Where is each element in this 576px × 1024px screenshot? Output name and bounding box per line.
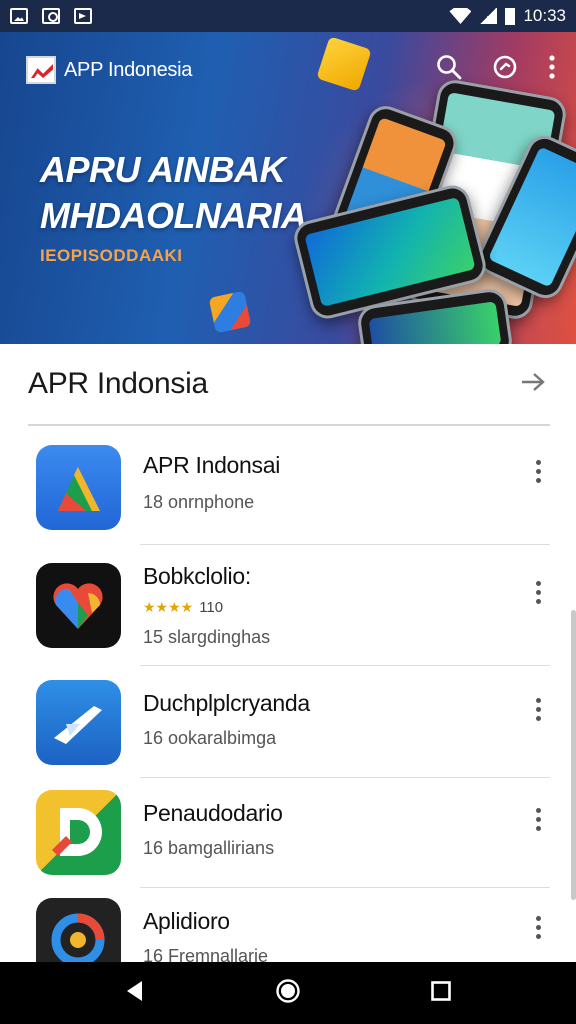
logo-mark-icon <box>26 56 56 84</box>
rating-count: 110 <box>199 599 224 616</box>
more-vert-icon[interactable] <box>548 55 556 79</box>
more-options-icon[interactable] <box>532 581 544 604</box>
battery-icon <box>505 7 516 25</box>
app-screen: 10:33 APP Indonesia APRU AINBAK MHDAOLNA… <box>0 0 576 1024</box>
list-item[interactable]: Aplidioro 16 Fremnallarie <box>28 888 550 983</box>
floating-cube-multicolor <box>208 290 252 334</box>
triangle-app-icon <box>36 445 121 530</box>
app-subtitle: 15 slargdinghas <box>143 627 271 647</box>
banner-tagline: IEOPISODDAAKI <box>40 246 183 265</box>
letter-d-app-icon <box>36 790 121 875</box>
app-subtitle: 16 bamgallirians <box>143 838 275 858</box>
recents-icon[interactable] <box>430 980 452 1007</box>
camera-icon <box>42 8 60 24</box>
download-icon <box>74 8 92 24</box>
app-name: Duchplplcryanda <box>143 690 310 716</box>
signal-icon <box>479 8 498 24</box>
hero-banner[interactable]: APP Indonesia APRU AINBAK MHDAOLNARIA IE… <box>0 32 576 344</box>
home-icon[interactable] <box>275 978 301 1009</box>
app-name: APR Indonsai <box>143 452 281 478</box>
search-icon[interactable] <box>436 54 462 80</box>
app-name: Bobkclolio: <box>143 563 251 589</box>
wifi-icon <box>449 8 472 24</box>
section-header[interactable]: APR Indonsia <box>28 344 550 426</box>
navigation-bar <box>0 962 576 1024</box>
status-bar: 10:33 <box>0 0 576 32</box>
app-rating: ★★★★ 110 <box>143 599 223 616</box>
headline-line-2: MHDAOLNARIA <box>40 195 307 236</box>
headline-line-1: APRU AINBAK <box>40 149 286 190</box>
refresh-icon[interactable] <box>492 54 518 80</box>
status-time: 10:33 <box>523 6 566 25</box>
list-item[interactable]: APR Indonsai 18 onrnphone <box>28 428 550 545</box>
rating-stars-icon: ★★★★ <box>143 599 194 615</box>
app-subtitle: 18 onrnphone <box>143 492 255 512</box>
more-options-icon[interactable] <box>532 698 544 721</box>
app-logo: APP Indonesia <box>26 56 192 84</box>
heart-app-icon <box>36 563 121 648</box>
more-options-icon[interactable] <box>532 460 544 483</box>
app-name: Penaudodario <box>143 800 283 826</box>
more-options-icon[interactable] <box>532 808 544 831</box>
list-item[interactable]: Penaudodario 16 bamgallirians <box>28 778 550 888</box>
toolbar-actions <box>436 54 556 80</box>
more-options-icon[interactable] <box>532 916 544 939</box>
arrow-right-icon[interactable] <box>520 371 546 398</box>
back-icon[interactable] <box>124 979 146 1008</box>
scrollbar[interactable] <box>571 610 576 900</box>
app-name: Aplidioro <box>143 908 230 934</box>
list-item[interactable]: Bobkclolio: ★★★★ 110 15 slargdinghas <box>28 545 550 666</box>
section-title: APR Indonsia <box>28 367 208 400</box>
app-title: APP Indonesia <box>64 58 193 81</box>
floating-cube-yellow <box>316 36 372 92</box>
list-item[interactable]: Duchplplcryanda 16 ookaralbimga <box>28 666 550 778</box>
plane-app-icon <box>36 680 121 765</box>
app-subtitle: 16 ookaralbimga <box>143 728 277 748</box>
banner-headline: APRU AINBAK MHDAOLNARIA <box>40 147 307 239</box>
app-list: APR Indonsai 18 onrnphone Bobkclolio: ★★… <box>28 428 550 983</box>
gallery-icon <box>10 8 28 24</box>
